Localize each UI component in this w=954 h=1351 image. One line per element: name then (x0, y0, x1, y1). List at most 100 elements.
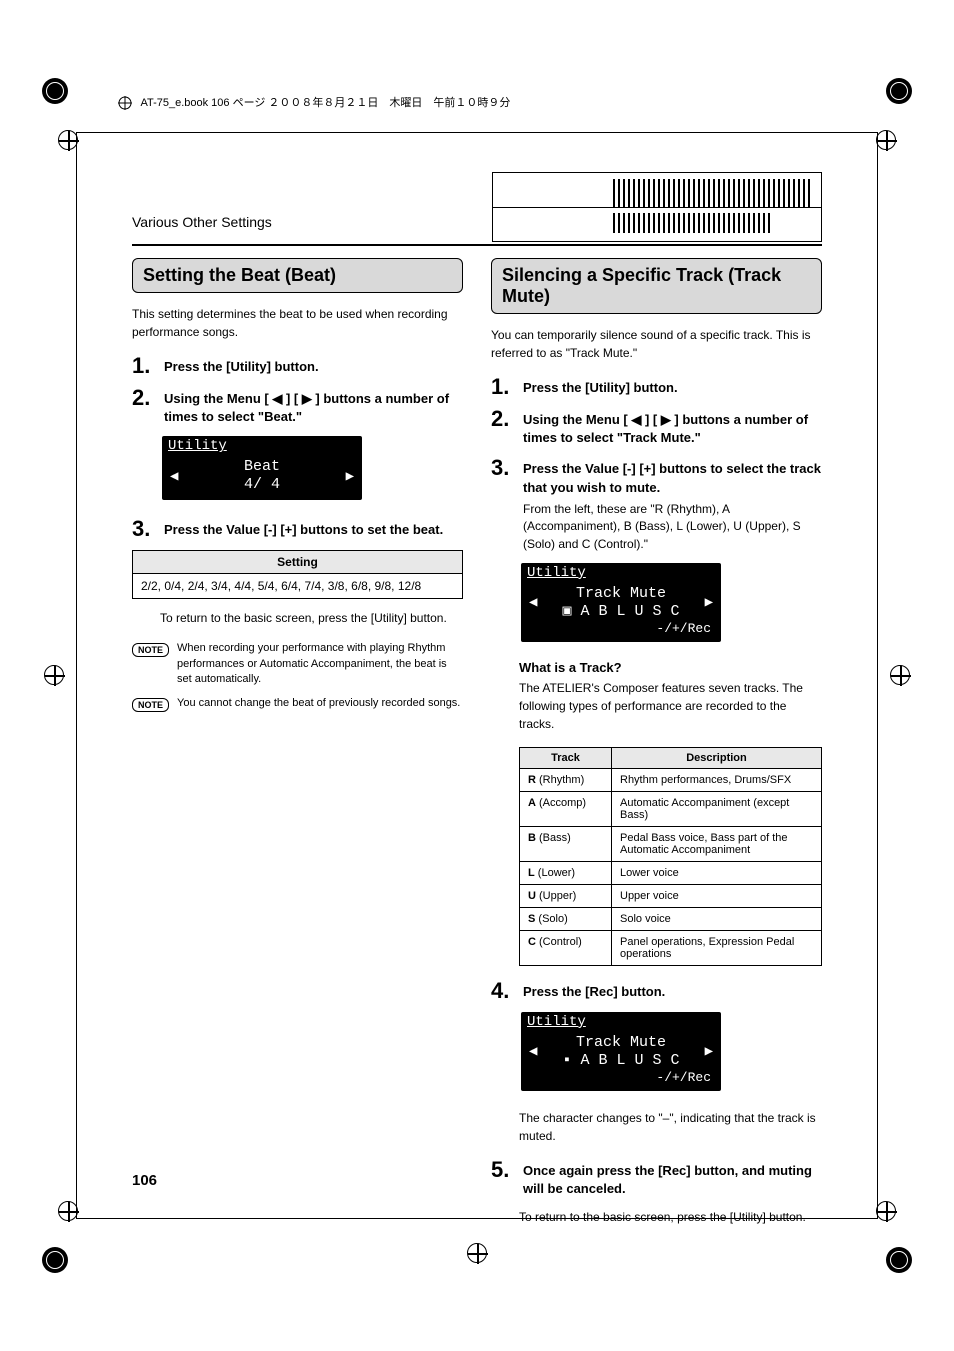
table-row: B (Bass)Pedal Bass voice, Bass part of t… (520, 826, 822, 861)
registration-mark-icon (42, 1247, 68, 1273)
track-cell: B (Bass) (520, 826, 612, 861)
lcd-line2: ▪ A B L U S C (562, 1052, 679, 1069)
lcd-display-mute-1: Utility ◀ Track Mute ▣ A B L U S C ▶ -/+… (521, 563, 721, 642)
registration-mark-icon (886, 78, 912, 104)
desc-cell: Automatic Accompaniment (except Bass) (612, 791, 822, 826)
lcd-display-mute-2: Utility ◀ Track Mute ▪ A B L U S C ▶ -/+… (521, 1012, 721, 1091)
lcd-title: Utility (521, 563, 721, 581)
intro-text: This setting determines the beat to be u… (132, 305, 463, 341)
table-header-desc: Description (612, 747, 822, 768)
lcd-subline: -/+/Rec (521, 1070, 721, 1085)
note-text: You cannot change the beat of previously… (177, 696, 460, 711)
lcd-subline: -/+/Rec (521, 621, 721, 636)
step-text: Once again press the [Rec] button, and m… (523, 1159, 822, 1198)
table-header: Setting (133, 551, 463, 574)
breadcrumb: Various Other Settings (132, 214, 272, 242)
divider (132, 244, 822, 246)
track-cell: A (Accomp) (520, 791, 612, 826)
lcd-display-beat: Utility ◀ Beat 4/ 4 ▶ (162, 436, 362, 500)
step-text: Using the Menu [ ◀ ] [ ▶ ] buttons a num… (523, 408, 822, 447)
step-text: Using the Menu [ ◀ ] [ ▶ ] buttons a num… (164, 387, 463, 426)
table-row: U (Upper)Upper voice (520, 884, 822, 907)
crop-mark-icon (876, 1201, 896, 1221)
table-row: A (Accomp)Automatic Accompaniment (excep… (520, 791, 822, 826)
crop-mark-icon (890, 665, 910, 685)
step-number: 5. (491, 1159, 515, 1181)
track-cell: U (Upper) (520, 884, 612, 907)
crop-mark-icon (58, 1201, 78, 1221)
step-text: Press the Value [-] [+] buttons to selec… (523, 461, 821, 494)
lcd-line2: 4/ 4 (244, 476, 280, 493)
triangle-left-icon: ◀ (529, 594, 537, 611)
lcd-line1: Track Mute (576, 1034, 666, 1051)
target-icon (118, 96, 132, 110)
step-2: 2. Using the Menu [ ◀ ] [ ▶ ] buttons a … (491, 408, 822, 447)
step-3: 3. Press the Value [-] [+] buttons to se… (132, 518, 463, 540)
left-column: Setting the Beat (Beat) This setting det… (132, 258, 463, 1201)
what-body: The ATELIER's Composer features seven tr… (519, 679, 822, 733)
step-subtext: From the left, these are "R (Rhythm), A … (523, 501, 822, 553)
step-number: 2. (132, 387, 156, 409)
desc-cell: Pedal Bass voice, Bass part of the Autom… (612, 826, 822, 861)
section-title-beat: Setting the Beat (Beat) (132, 258, 463, 293)
crop-mark-icon (58, 130, 78, 150)
table-header-track: Track (520, 747, 612, 768)
step-number: 3. (132, 518, 156, 540)
after-rec-text: The character changes to "–", indicating… (519, 1109, 822, 1145)
note-2: NOTE You cannot change the beat of previ… (132, 696, 463, 712)
note-1: NOTE When recording your performance wit… (132, 641, 463, 687)
crop-mark-icon (467, 1243, 487, 1263)
lcd-line1: Track Mute (576, 585, 666, 602)
triangle-right-icon: ▶ (346, 468, 354, 485)
lcd-title: Utility (162, 436, 362, 454)
step-number: 3. (491, 457, 515, 479)
desc-cell: Upper voice (612, 884, 822, 907)
page-meta-text: AT-75_e.book 106 ページ ２００８年８月２１日 木曜日 午前１０… (140, 97, 510, 109)
note-text: When recording your performance with pla… (177, 641, 463, 687)
table-row: S (Solo)Solo voice (520, 907, 822, 930)
right-column: Silencing a Specific Track (Track Mute) … (491, 258, 822, 1201)
step-text: Press the [Utility] button. (164, 355, 319, 376)
step-1: 1. Press the [Utility] button. (491, 376, 822, 398)
table-row: C (Control)Panel operations, Expression … (520, 930, 822, 965)
desc-cell: Lower voice (612, 861, 822, 884)
step-text: Press the Value [-] [+] buttons to set t… (164, 518, 443, 539)
triangle-left-icon: ◀ (529, 1043, 537, 1060)
crop-mark-icon (876, 130, 896, 150)
lcd-line2: ▣ A B L U S C (562, 603, 679, 620)
lcd-line1: Beat (244, 458, 280, 475)
triangle-right-icon: ▶ (705, 594, 713, 611)
page-meta: AT-75_e.book 106 ページ ２００８年８月２１日 木曜日 午前１０… (118, 94, 510, 110)
track-cell: S (Solo) (520, 907, 612, 930)
track-cell: L (Lower) (520, 861, 612, 884)
step-2: 2. Using the Menu [ ◀ ] [ ▶ ] buttons a … (132, 387, 463, 426)
crop-mark-icon (44, 665, 64, 685)
registration-mark-icon (42, 78, 68, 104)
step-1: 1. Press the [Utility] button. (132, 355, 463, 377)
table-row: R (Rhythm)Rhythm performances, Drums/SFX (520, 768, 822, 791)
desc-cell: Solo voice (612, 907, 822, 930)
step-text: Press the [Rec] button. (523, 980, 665, 1001)
track-cell: C (Control) (520, 930, 612, 965)
step-4: 4. Press the [Rec] button. (491, 980, 822, 1002)
desc-cell: Panel operations, Expression Pedal opera… (612, 930, 822, 965)
step-number: 1. (491, 376, 515, 398)
note-badge: NOTE (132, 698, 169, 712)
return-text: To return to the basic screen, press the… (519, 1208, 822, 1226)
lcd-title: Utility (521, 1012, 721, 1030)
step-3: 3. Press the Value [-] [+] buttons to se… (491, 457, 822, 553)
note-badge: NOTE (132, 643, 169, 657)
desc-cell: Rhythm performances, Drums/SFX (612, 768, 822, 791)
step-number: 4. (491, 980, 515, 1002)
subheading: What is a Track? (519, 660, 822, 675)
page-number: 106 (132, 1172, 157, 1189)
step-number: 1. (132, 355, 156, 377)
intro-text: You can temporarily silence sound of a s… (491, 326, 822, 362)
section-title-mute: Silencing a Specific Track (Track Mute) (491, 258, 822, 314)
return-text: To return to the basic screen, press the… (160, 609, 463, 627)
instrument-panel-diagram (492, 172, 822, 242)
table-cell: 2/2, 0/4, 2/4, 3/4, 4/4, 5/4, 6/4, 7/4, … (133, 574, 463, 599)
triangle-right-icon: ▶ (705, 1043, 713, 1060)
registration-mark-icon (886, 1247, 912, 1273)
track-cell: R (Rhythm) (520, 768, 612, 791)
